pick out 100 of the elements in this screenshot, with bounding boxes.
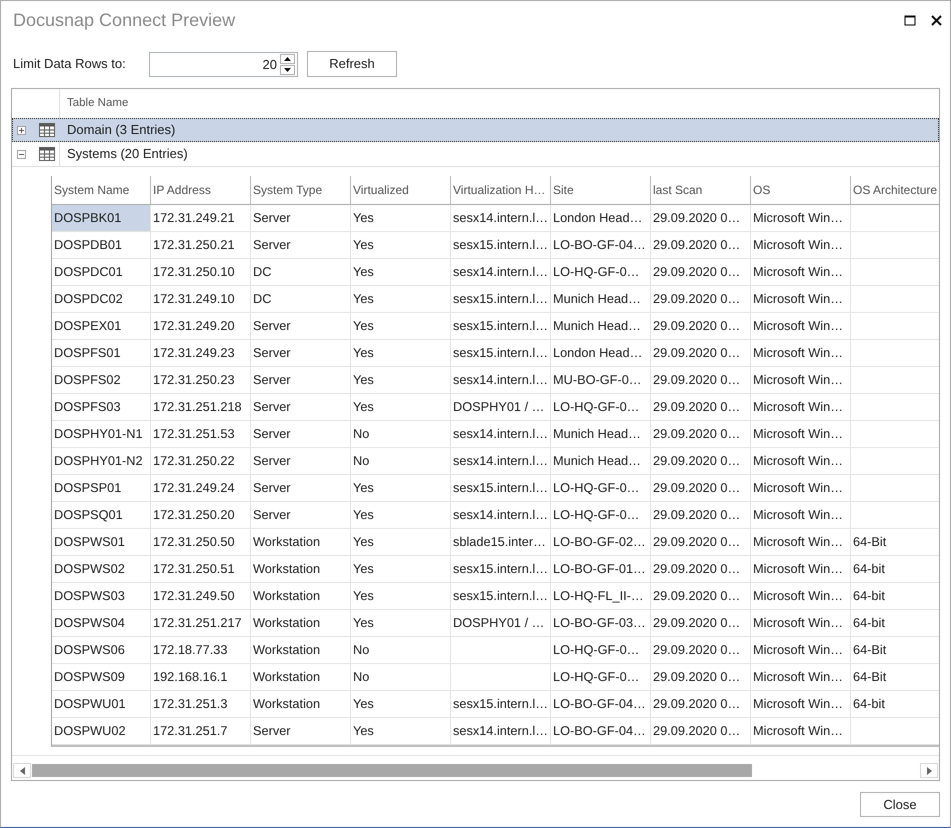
table-cell: sesx14.intern.l… [451,718,551,745]
minus-box-icon[interactable] [17,150,26,158]
table-cell: Microsoft Win… [751,502,851,529]
caret-left-icon [20,766,24,774]
table-cell: DOSPSP01 [52,475,151,502]
window-title: Docusnap Connect Preview [13,8,236,32]
column-header[interactable]: Site [551,176,651,205]
table-cell: No [351,421,451,448]
table-cell: Workstation [251,637,351,664]
table-cell: 29.09.2020 0… [651,475,751,502]
column-header[interactable]: OS Architecture [851,176,939,205]
column-header[interactable]: System Type [251,176,351,205]
table-cell: sesx14.intern.l… [451,448,551,475]
table-cell: LO-HQ-GF-0… [551,502,651,529]
table-cell: sesx15.intern.l… [451,286,551,313]
row-limit-field[interactable]: 20 [149,52,298,76]
column-header[interactable]: OS [751,176,851,205]
column-header[interactable]: Table Name [60,89,128,118]
table-cell: 172.31.249.50 [151,583,251,610]
scroll-left-button[interactable] [13,763,31,778]
table-cell: DOSPDC02 [52,286,151,313]
scrollbar-thumb[interactable] [32,764,752,777]
table-cell: DOSPWS01 [52,529,151,556]
table-cell: LO-BO-GF-04… [551,691,651,718]
scroll-right-button[interactable] [920,763,938,778]
table-cell: 172.31.251.53 [151,421,251,448]
table-cell: Yes [351,232,451,259]
table-cell: Microsoft Win… [751,313,851,340]
table-cell: 29.09.2020 0… [651,610,751,637]
table-cell: Microsoft Win… [751,448,851,475]
table-cell: Microsoft Win… [751,718,851,745]
table-cell: Workstation [251,610,351,637]
table-cell: Server [251,448,351,475]
table-cell: Munich Head… [551,286,651,313]
spin-down-button[interactable] [280,64,295,74]
table-cell: Munich Head… [551,313,651,340]
table-cell: Yes [351,583,451,610]
table-cell: Yes [351,367,451,394]
table-cell: Yes [351,313,451,340]
table-cell: 64-bit [851,691,939,718]
table-cell: sesx15.intern.l… [451,340,551,367]
table-cell: Workstation [251,691,351,718]
table-cell: 29.09.2020 0… [651,340,751,367]
close-icon[interactable] [931,14,942,26]
table-cell: 29.09.2020 0… [651,286,751,313]
spin-up-button[interactable] [280,54,295,64]
table-cell: Yes [351,259,451,286]
table-cell: DOSPHY01-N2 [52,448,151,475]
table-cell: Workstation [251,556,351,583]
column-header[interactable]: last Scan [651,176,751,205]
table-cell: No [351,664,451,691]
table-cell: Server [251,718,351,745]
maximize-icon[interactable] [904,14,916,26]
column-header[interactable]: Virtualization H… [451,176,551,205]
table-cell: Microsoft Win… [751,556,851,583]
tree-row[interactable]: Systems (20 Entries) [12,142,939,167]
table-cell: sesx15.intern.l… [451,313,551,340]
table-cell: LO-BO-GF-01… [551,556,651,583]
table-cell: 29.09.2020 0… [651,718,751,745]
table-cell: 29.09.2020 0… [651,205,751,232]
plus-box-icon[interactable] [17,126,26,134]
column-header[interactable]: IP Address [151,176,251,205]
table-cell: DOSPHY01 / … [451,394,551,421]
table-cell: Server [251,340,351,367]
table-cell: DC [251,259,351,286]
close-button[interactable]: Close [860,792,940,817]
table-cell: sesx14.intern.l… [451,259,551,286]
table-cell: DOSPBK01 [52,205,151,232]
table-cell: 172.31.251.3 [151,691,251,718]
table-cell: Yes [351,340,451,367]
table-cell: 29.09.2020 0… [651,664,751,691]
table-cell: sesx15.intern.l… [451,583,551,610]
table-cell: LO-HQ-FL_II-… [551,583,651,610]
table-cell: 64-bit [851,556,939,583]
table-cell: No [351,637,451,664]
caret-down-icon [284,68,291,72]
table-cell: Workstation [251,583,351,610]
table-cell: 29.09.2020 0… [651,394,751,421]
table-cell: 172.31.250.20 [151,502,251,529]
table-cell: London Head… [551,340,651,367]
tree-row-label: Domain (3 Entries) [66,121,176,140]
table-cell: DOSPWU01 [52,691,151,718]
table-cell: 29.09.2020 0… [651,367,751,394]
table-cell: 192.168.16.1 [151,664,251,691]
table-cell: Microsoft Win… [751,394,851,421]
table-cell: Server [251,475,351,502]
table-cell: Yes [351,394,451,421]
table-cell: 29.09.2020 0… [651,421,751,448]
table-cell: LO-HQ-GF-0… [551,664,651,691]
refresh-button[interactable]: Refresh [307,51,397,77]
table-cell: Yes [351,205,451,232]
table-cell: Munich Head… [551,448,651,475]
table-cell: Microsoft Win… [751,340,851,367]
table-cell: sesx14.intern.l… [451,502,551,529]
table-cell: Server [251,502,351,529]
tree-row[interactable]: Domain (3 Entries) [12,118,939,142]
column-header[interactable]: Virtualized [351,176,451,205]
table-cell: Workstation [251,529,351,556]
table-cell: 29.09.2020 0… [651,583,751,610]
table-cell: MU-BO-GF-0… [551,367,651,394]
